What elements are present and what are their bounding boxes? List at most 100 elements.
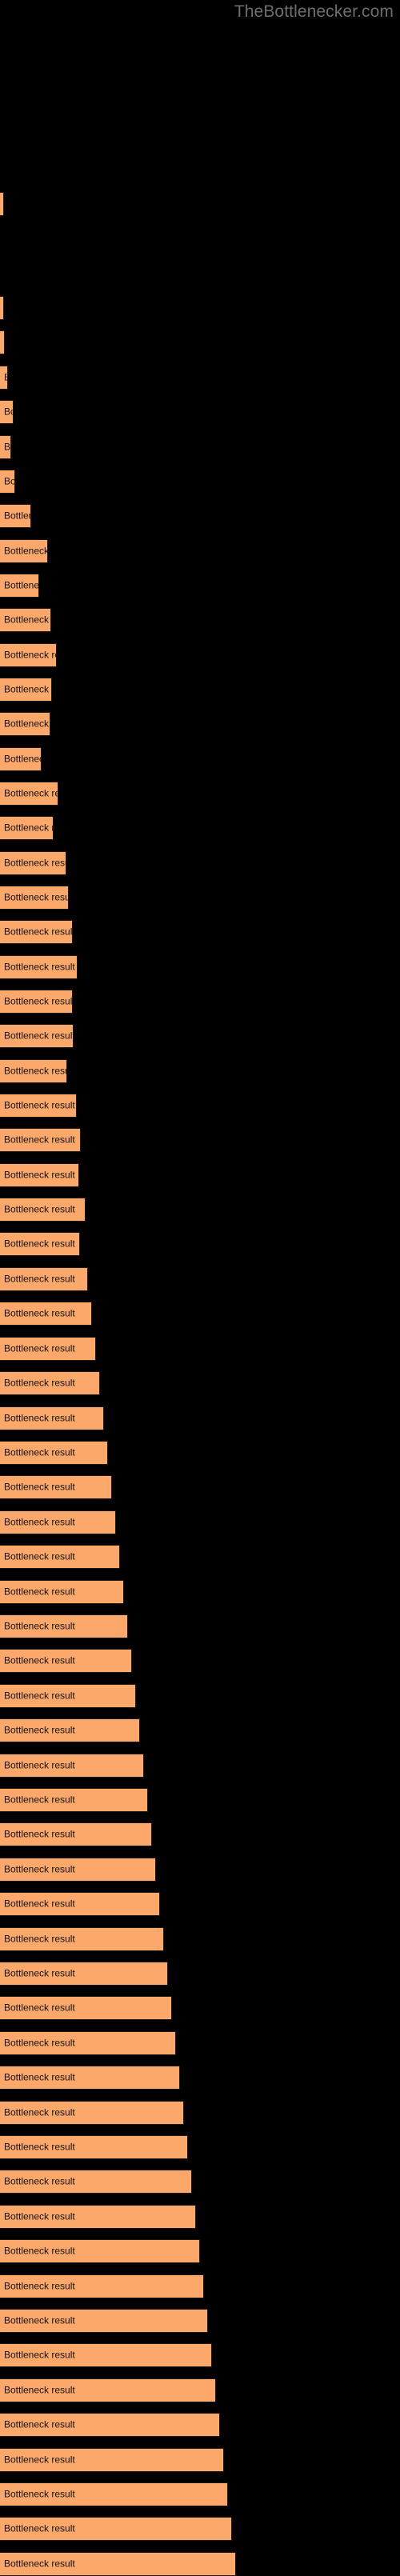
chart-bar: Bottleneck result bbox=[0, 1094, 77, 1118]
chart-bar: Bottleneck result bbox=[0, 2204, 196, 2229]
bar-row: Bottleneck result bbox=[0, 1024, 400, 1048]
chart-bar: Bottleneck result bbox=[0, 816, 54, 840]
bar-label: Bottleneck result bbox=[4, 2071, 75, 2083]
chart-bar: Bottleneck result bbox=[0, 1128, 81, 1152]
chart-bar: Bottleneck result bbox=[0, 608, 51, 632]
bar-label: Bottleneck result bbox=[4, 2002, 75, 2014]
bar-row: Bottleneck result bbox=[0, 1753, 400, 1778]
chart-bar: Bottleneck result bbox=[0, 2170, 192, 2194]
bar-label: Bottleneck result bbox=[4, 2314, 75, 2326]
bar-row: Bottleneck result bbox=[0, 435, 400, 459]
bar-label: Bottleneck result bbox=[4, 1933, 75, 1945]
chart-bar: Bottleneck result bbox=[0, 886, 69, 910]
bar-label: Bottleneck result bbox=[4, 545, 48, 557]
bar-row: Bottleneck result bbox=[0, 1336, 400, 1361]
bar-row: Bottleneck result bbox=[0, 504, 400, 528]
bar-row: Bottleneck result bbox=[0, 1962, 400, 1986]
bar-label: Bottleneck result bbox=[4, 1516, 75, 1528]
bar-row: Bottleneck result bbox=[0, 1232, 400, 1256]
bar-row: Bottleneck result bbox=[0, 1579, 400, 1604]
chart-bar: Bottleneck result bbox=[0, 955, 78, 979]
chart-bar: Bottleneck result bbox=[0, 2343, 212, 2368]
bar-label: Bottleneck result bbox=[4, 1550, 75, 1562]
bar-label: Bottleneck result bbox=[4, 2349, 75, 2361]
chart-bar: Bottleneck result bbox=[0, 1996, 172, 2021]
chart-bar: Bottleneck result bbox=[0, 1545, 120, 1570]
bar-label: Bottleneck result bbox=[4, 2418, 75, 2430]
bar-row: Bottleneck result bbox=[0, 2378, 400, 2402]
bar-row: Bottleneck result bbox=[0, 1614, 400, 1638]
bar-row: Bottleneck result bbox=[0, 2030, 400, 2055]
bar-label: Bottleneck result bbox=[4, 961, 75, 973]
bar-label: Bottleneck result bbox=[4, 1690, 75, 1702]
bar-row: Bottleneck result bbox=[0, 1406, 400, 1430]
bar-label: Bottleneck result bbox=[4, 2037, 75, 2049]
bar-label: Bottleneck result bbox=[4, 1307, 75, 1319]
bar-row: Bottleneck result bbox=[0, 2274, 400, 2298]
bar-label: Bottleneck result bbox=[4, 510, 30, 522]
chart-bar: Bottleneck result bbox=[0, 1788, 148, 1812]
bar-label: Bottleneck result bbox=[4, 475, 15, 487]
bar-row: Bottleneck result bbox=[0, 366, 400, 390]
bar-row: Bottleneck result bbox=[0, 330, 400, 354]
chart-bar: Bottleneck result bbox=[0, 747, 42, 771]
bar-row: Bottleneck result bbox=[0, 2204, 400, 2229]
chart-bar: Bottleneck result bbox=[0, 1510, 116, 1534]
bar-label: Bottleneck result bbox=[4, 1238, 75, 1250]
bar-label: Bottleneck result bbox=[4, 1134, 75, 1146]
bar-label: Bottleneck result bbox=[4, 2280, 75, 2292]
chart-bar: Bottleneck result bbox=[0, 296, 4, 320]
chart-bar: Bottleneck result bbox=[0, 1441, 108, 1465]
bar-label: Bottleneck result bbox=[4, 1030, 74, 1042]
bar-label: Bottleneck result bbox=[4, 1446, 75, 1458]
bar-row: Bottleneck result bbox=[0, 712, 400, 736]
chart-bar: Bottleneck result bbox=[0, 1926, 164, 1951]
bar-row: Bottleneck result bbox=[0, 643, 400, 667]
bar-row: Bottleneck result bbox=[0, 1371, 400, 1396]
chart-bar: Bottleneck result bbox=[0, 2413, 220, 2438]
bar-label: Bottleneck result bbox=[4, 649, 56, 661]
bar-row: Bottleneck result bbox=[0, 1926, 400, 1951]
bar-row: Bottleneck result bbox=[0, 1683, 400, 1708]
bar-row: Bottleneck result bbox=[0, 2100, 400, 2125]
bar-label: Bottleneck result bbox=[4, 579, 39, 591]
chart-bar: Bottleneck result bbox=[0, 1579, 124, 1604]
chart-bar: Bottleneck result bbox=[0, 2447, 224, 2472]
bar-row: Bottleneck result bbox=[0, 2482, 400, 2506]
chart-bar: Bottleneck result bbox=[0, 1962, 168, 1986]
bar-label: Bottleneck result bbox=[4, 2384, 75, 2396]
bar-label: Bottleneck result bbox=[4, 683, 51, 695]
bar-row: Bottleneck result bbox=[0, 1892, 400, 1917]
chart-bar: Bottleneck result bbox=[0, 678, 52, 702]
bar-label: Bottleneck result bbox=[4, 1203, 75, 1215]
bar-row: Bottleneck result bbox=[0, 678, 400, 702]
chart-bar: Bottleneck result bbox=[0, 2066, 180, 2090]
bar-row: Bottleneck result bbox=[0, 2239, 400, 2264]
bar-row: Bottleneck result bbox=[0, 920, 400, 944]
bar-row: Bottleneck result bbox=[0, 608, 400, 632]
bar-row: Bottleneck result bbox=[0, 1059, 400, 1083]
bar-label: Bottleneck result bbox=[4, 822, 53, 834]
bar-row: Bottleneck result bbox=[0, 1510, 400, 1534]
bar-row: Bottleneck result bbox=[0, 192, 400, 216]
bar-row: Bottleneck result bbox=[0, 1857, 400, 1882]
bar-row: Bottleneck result bbox=[0, 470, 400, 494]
bar-row: Bottleneck result bbox=[0, 1996, 400, 2021]
bar-label: Bottleneck result bbox=[4, 338, 5, 348]
bar-chart-plot-area: Bottleneck result Bottleneck result Bottle… bbox=[0, 0, 400, 2576]
chart-bar: Bottleneck result bbox=[0, 400, 14, 424]
bar-label: Bottleneck result bbox=[4, 372, 7, 383]
chart-bar: Bottleneck result bbox=[0, 2378, 216, 2402]
bar-row: Bottleneck result bbox=[0, 2309, 400, 2333]
bar-label: Bottleneck result bbox=[4, 787, 58, 799]
bar-row: Bottleneck result bbox=[0, 2447, 400, 2472]
bar-label: Bottleneck result bbox=[4, 753, 41, 765]
chart-bar: Bottleneck result bbox=[0, 782, 58, 806]
chart-bar: Bottleneck result bbox=[0, 1163, 79, 1187]
bar-label: Bottleneck result bbox=[4, 857, 66, 869]
bar-row: Bottleneck result bbox=[0, 1094, 400, 1118]
chart-bar: Bottleneck result bbox=[0, 1649, 132, 1674]
bar-label: Bottleneck result bbox=[4, 1377, 75, 1389]
chart-bar: Bottleneck result bbox=[0, 1371, 100, 1396]
bar-row: Bottleneck result bbox=[0, 2413, 400, 2438]
